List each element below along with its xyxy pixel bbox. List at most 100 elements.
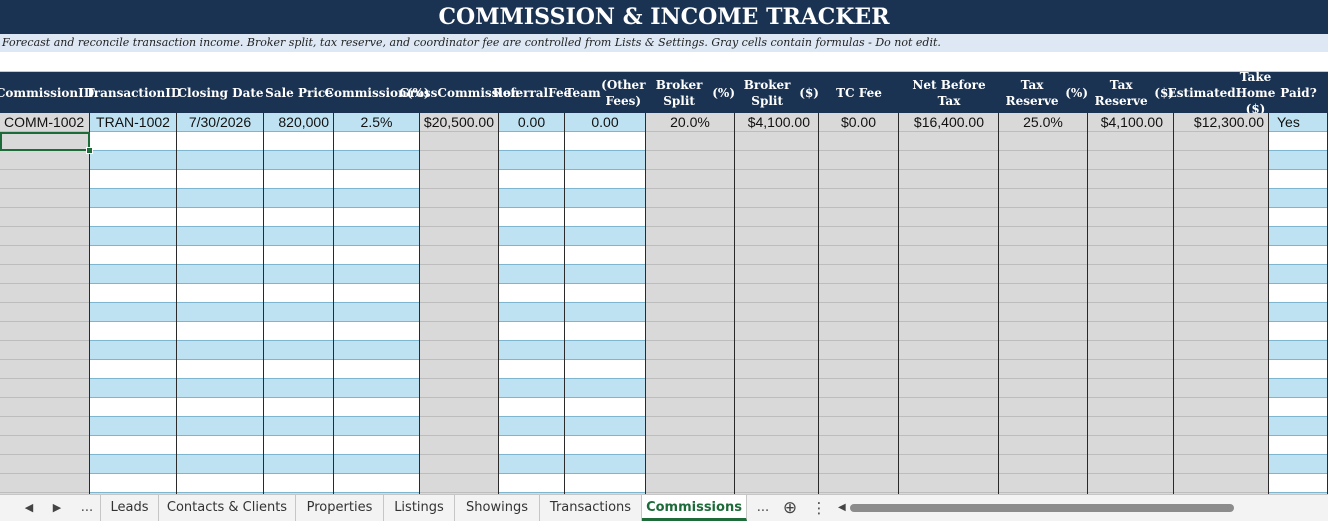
cell-value[interactable]: COMM-1002 (0, 113, 89, 132)
table-cell[interactable] (646, 265, 734, 284)
table-cell[interactable] (735, 398, 818, 417)
table-cell[interactable] (646, 474, 734, 493)
table-cell[interactable] (1088, 189, 1173, 208)
table-cell[interactable] (1174, 284, 1268, 303)
table-cell[interactable] (899, 189, 998, 208)
add-sheet-icon[interactable]: ⊕ (779, 495, 801, 521)
sheet-options-icon[interactable]: ⋮ (808, 495, 830, 521)
more-sheets-right-button[interactable]: ... (752, 495, 774, 521)
table-cell[interactable] (0, 208, 89, 227)
table-cell[interactable] (177, 284, 263, 303)
table-cell[interactable] (90, 284, 176, 303)
table-cell[interactable] (177, 455, 263, 474)
table-cell[interactable] (0, 246, 89, 265)
table-cell[interactable] (90, 246, 176, 265)
table-cell[interactable] (1088, 170, 1173, 189)
more-sheets-left-button[interactable]: ... (76, 495, 98, 521)
table-cell[interactable] (999, 284, 1087, 303)
table-cell[interactable] (565, 455, 645, 474)
table-cell[interactable] (999, 132, 1087, 151)
table-cell[interactable] (0, 398, 89, 417)
active-cell-selection[interactable] (0, 132, 90, 151)
table-cell[interactable] (420, 455, 498, 474)
table-cell[interactable] (899, 132, 998, 151)
scroll-left-icon[interactable]: ◀ (838, 495, 846, 521)
table-cell[interactable] (819, 132, 898, 151)
table-cell[interactable] (90, 417, 176, 436)
table-cell[interactable] (819, 341, 898, 360)
table-cell[interactable] (420, 303, 498, 322)
table-cell[interactable] (264, 227, 333, 246)
table-cell[interactable] (1269, 379, 1327, 398)
table-cell[interactable] (90, 322, 176, 341)
column-header[interactable]: Gross Commission (399, 72, 519, 113)
table-cell[interactable] (334, 341, 419, 360)
table-cell[interactable] (646, 322, 734, 341)
table-cell[interactable] (735, 189, 818, 208)
table-cell[interactable] (177, 227, 263, 246)
table-cell[interactable] (819, 151, 898, 170)
table-cell[interactable] (177, 417, 263, 436)
table-cell[interactable] (334, 284, 419, 303)
table-cell[interactable] (0, 265, 89, 284)
table-cell[interactable] (735, 227, 818, 246)
table-cell[interactable] (1174, 436, 1268, 455)
table-cell[interactable] (565, 398, 645, 417)
formula-column[interactable] (646, 113, 735, 494)
table-cell[interactable] (646, 151, 734, 170)
table-cell[interactable] (1269, 189, 1327, 208)
table-cell[interactable] (90, 189, 176, 208)
table-cell[interactable] (1174, 208, 1268, 227)
table-cell[interactable] (646, 360, 734, 379)
table-cell[interactable] (1269, 227, 1327, 246)
table-cell[interactable] (90, 303, 176, 322)
table-cell[interactable] (499, 341, 564, 360)
table-cell[interactable] (1269, 474, 1327, 493)
table-cell[interactable] (177, 303, 263, 322)
table-cell[interactable] (565, 303, 645, 322)
table-cell[interactable] (0, 303, 89, 322)
table-cell[interactable] (334, 417, 419, 436)
table-cell[interactable] (819, 246, 898, 265)
table-cell[interactable] (999, 208, 1087, 227)
table-cell[interactable] (334, 265, 419, 284)
formula-column[interactable] (0, 113, 90, 494)
table-cell[interactable] (177, 132, 263, 151)
table-cell[interactable] (646, 246, 734, 265)
table-cell[interactable] (177, 246, 263, 265)
table-cell[interactable] (420, 379, 498, 398)
table-cell[interactable] (334, 170, 419, 189)
table-cell[interactable] (264, 170, 333, 189)
prev-sheet-icon[interactable]: ◀ (18, 495, 40, 521)
table-cell[interactable] (999, 189, 1087, 208)
column-header[interactable]: Broker Split ($) (735, 72, 819, 113)
table-cell[interactable] (499, 455, 564, 474)
table-cell[interactable] (177, 360, 263, 379)
table-cell[interactable] (646, 170, 734, 189)
table-cell[interactable] (90, 151, 176, 170)
sheet-tab-showings[interactable]: Showings (455, 495, 540, 521)
table-cell[interactable] (499, 379, 564, 398)
table-cell[interactable] (499, 474, 564, 493)
table-cell[interactable] (0, 379, 89, 398)
table-cell[interactable] (899, 303, 998, 322)
table-cell[interactable] (999, 417, 1087, 436)
input-column[interactable] (177, 113, 264, 494)
table-cell[interactable] (420, 208, 498, 227)
table-cell[interactable] (420, 417, 498, 436)
table-cell[interactable] (334, 322, 419, 341)
table-cell[interactable] (264, 455, 333, 474)
table-cell[interactable] (264, 151, 333, 170)
table-cell[interactable] (420, 265, 498, 284)
formula-column[interactable] (1088, 113, 1174, 494)
table-cell[interactable] (735, 417, 818, 436)
table-cell[interactable] (646, 284, 734, 303)
table-cell[interactable] (565, 132, 645, 151)
table-cell[interactable] (499, 303, 564, 322)
table-cell[interactable] (999, 322, 1087, 341)
table-cell[interactable] (334, 398, 419, 417)
table-cell[interactable] (90, 455, 176, 474)
table-cell[interactable] (264, 132, 333, 151)
table-cell[interactable] (1088, 322, 1173, 341)
table-cell[interactable] (899, 398, 998, 417)
